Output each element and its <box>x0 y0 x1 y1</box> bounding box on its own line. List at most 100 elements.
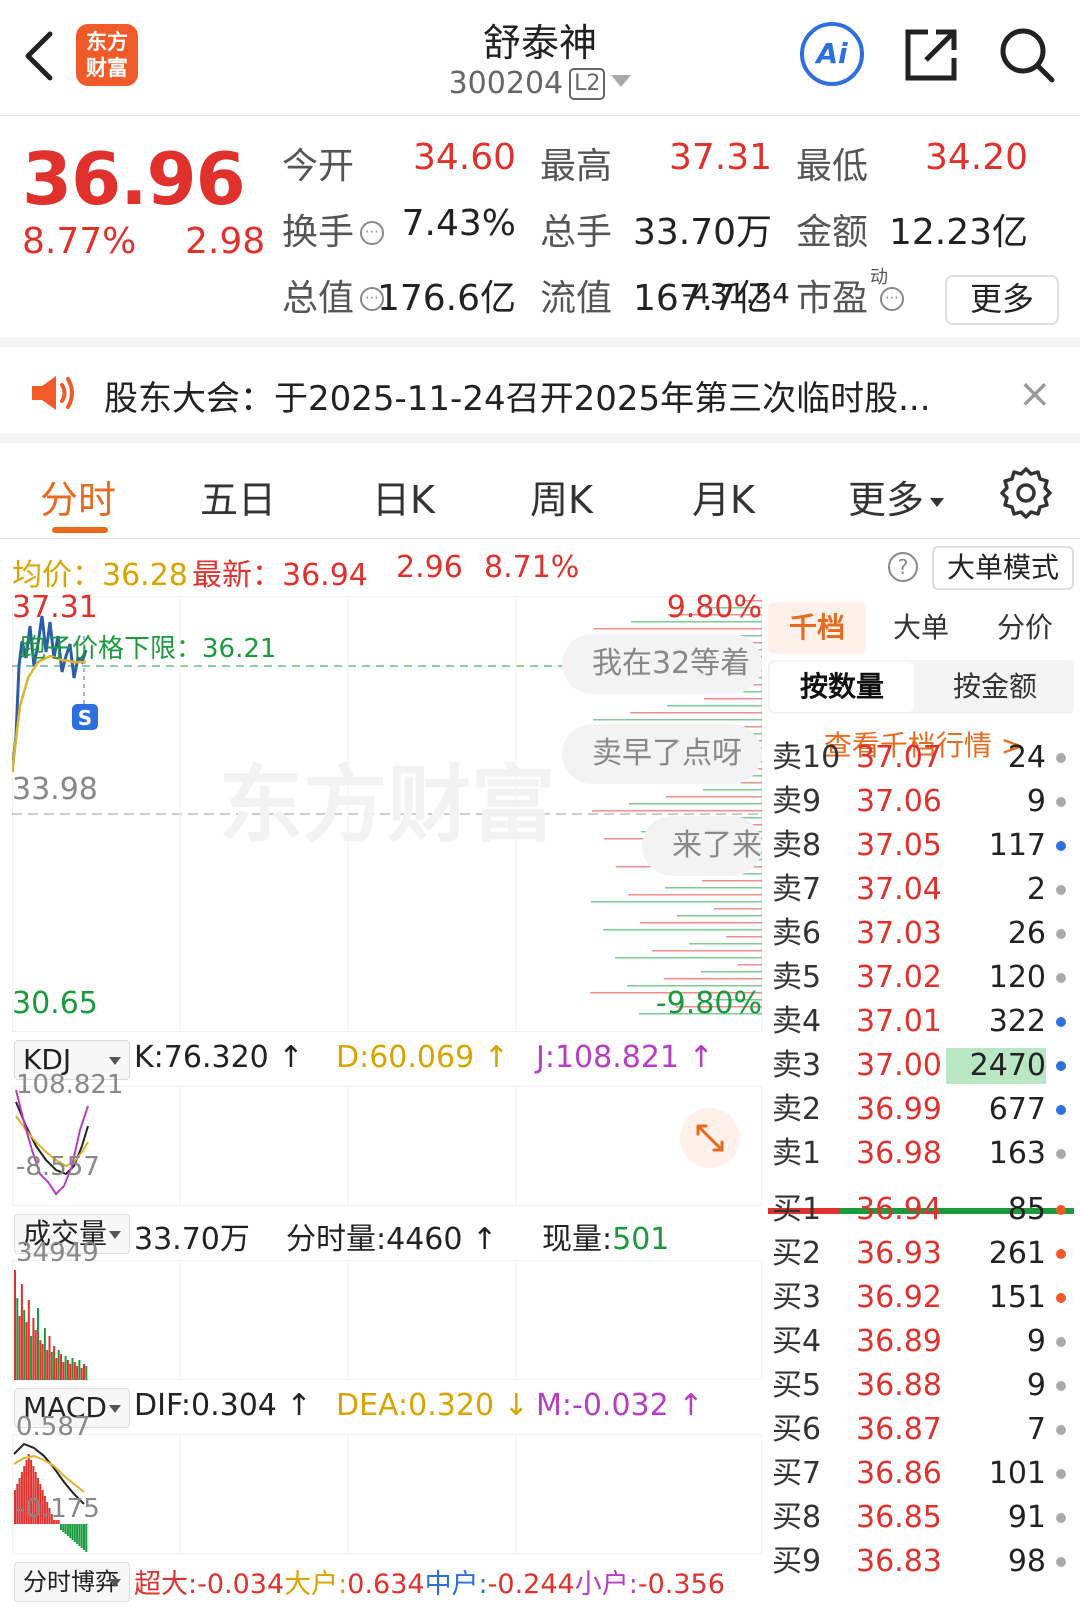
ai-assistant-icon[interactable]: Ai <box>800 22 864 86</box>
kdj-d: D:60.069 ↑ <box>336 1040 509 1075</box>
macd-bar <box>80 1524 83 1548</box>
level-dot-icon <box>1056 753 1066 763</box>
level-label: 买5 <box>772 1368 822 1403</box>
quote-label: 换手 <box>282 212 355 253</box>
order-level-row[interactable]: 卖6 37.03 26 <box>768 912 1074 956</box>
level-price: 36.87 <box>856 1412 942 1447</box>
order-level-row[interactable]: 卖7 37.04 2 <box>768 868 1074 912</box>
latest-change: 2.96 <box>396 550 463 585</box>
macd-chart[interactable] <box>12 1434 762 1554</box>
level-label: 买3 <box>772 1280 822 1315</box>
tab-intraday[interactable]: 分时 <box>40 469 116 524</box>
order-flow-bar <box>665 887 762 889</box>
order-level-row[interactable]: 卖4 37.01 322 <box>768 1000 1074 1044</box>
info-icon[interactable]: ⋯ <box>360 221 384 245</box>
change-percent: 8.77% <box>22 221 137 262</box>
level-label: 卖7 <box>772 872 822 907</box>
order-level-row[interactable]: 卖5 37.02 120 <box>768 956 1074 1000</box>
comment-bubble[interactable]: 来了来 <box>642 816 762 876</box>
order-flow-bar <box>592 810 762 812</box>
quote-label: 总手 <box>540 212 613 253</box>
order-level-row[interactable]: 买6 36.87 7 <box>768 1408 1074 1452</box>
order-flow-bar <box>726 936 762 938</box>
level-label: 卖8 <box>772 828 822 863</box>
order-level-row[interactable]: 买8 36.85 91 <box>768 1496 1074 1540</box>
level-label: 买6 <box>772 1412 822 1447</box>
kdj-j: J:108.821 ↑ <box>536 1040 714 1075</box>
order-level-row[interactable]: 卖2 36.99 677 <box>768 1088 1074 1132</box>
comment-bubble[interactable]: 我在32等着 <box>562 634 762 694</box>
order-flow-bar <box>667 705 762 707</box>
order-level-row[interactable]: 卖9 37.06 9 <box>768 780 1074 824</box>
tab-thousand-levels[interactable]: 千档 <box>768 602 866 654</box>
kdj-axis-top: 108.821 <box>16 1070 124 1100</box>
level-label: 卖1 <box>772 1136 822 1171</box>
comment-bubble[interactable]: 卖早了点呀 <box>562 724 762 784</box>
flow-value: 0.634 <box>347 1569 425 1600</box>
order-level-row[interactable]: 卖8 37.05 117 <box>768 824 1074 868</box>
macd-m: M:-0.032 ↑ <box>536 1388 704 1423</box>
tab-more[interactable]: 更多 <box>848 469 945 524</box>
tab-daily-k[interactable]: 日K <box>372 469 435 524</box>
order-level-row[interactable]: 卖1 36.98 163 <box>768 1132 1074 1176</box>
latest-price: 最新：36.94 <box>192 558 368 593</box>
macd-axis-bottom: -0.175 <box>16 1494 100 1524</box>
flow-indicator-selector[interactable]: 分时博弈 <box>14 1562 130 1602</box>
order-level-row[interactable]: 卖10 37.07 24 <box>768 736 1074 780</box>
kdj-k: K:76.320 ↑ <box>134 1040 304 1075</box>
volume-bar <box>73 1362 76 1380</box>
macd-axis-top: 0.587 <box>16 1412 91 1442</box>
info-icon[interactable]: ⋯ <box>880 287 904 311</box>
search-icon[interactable] <box>998 26 1056 84</box>
level-price: 37.05 <box>856 828 942 863</box>
tab-by-amount[interactable]: 按金额 <box>918 662 1072 712</box>
level-price: 37.02 <box>856 960 942 995</box>
order-level-row[interactable]: 买9 36.83 98 <box>768 1540 1074 1584</box>
level-price: 36.88 <box>856 1368 942 1403</box>
level-dot-icon <box>1056 1381 1066 1391</box>
help-icon[interactable]: ? <box>888 552 918 582</box>
quote-label: 金额 <box>796 212 869 253</box>
level-dot-icon <box>1056 929 1066 939</box>
macd-dea: DEA:0.320 ↓ <box>336 1388 529 1423</box>
gear-icon[interactable] <box>1000 467 1052 519</box>
y-axis-mid: 33.98 <box>12 772 98 807</box>
level-volume: 9 <box>1026 1368 1046 1403</box>
order-flow-bar <box>677 915 762 917</box>
tab-price-distribution[interactable]: 分价 <box>976 602 1074 654</box>
tab-by-quantity[interactable]: 按数量 <box>770 662 914 712</box>
order-level-row[interactable]: 买5 36.88 9 <box>768 1364 1074 1408</box>
more-quote-button[interactable]: 更多 <box>945 275 1059 325</box>
level-dot-icon <box>1056 885 1066 895</box>
level-price: 36.85 <box>856 1500 942 1535</box>
level-dot-icon <box>1056 1293 1066 1303</box>
tab-five-day[interactable]: 五日 <box>200 469 276 524</box>
order-level-row[interactable]: 买7 36.86 101 <box>768 1452 1074 1496</box>
volume-bar <box>83 1364 85 1380</box>
flow-item: 中户:-0.244 <box>425 1569 575 1600</box>
order-level-row[interactable]: 卖3 37.00 2470 <box>768 1044 1074 1088</box>
order-flow-bar <box>704 698 762 700</box>
close-icon[interactable]: × <box>1018 371 1052 417</box>
volume-chart[interactable] <box>12 1260 762 1380</box>
level-volume: 261 <box>988 1236 1046 1271</box>
order-level-row[interactable]: 买1 36.94 85 <box>768 1188 1074 1232</box>
kdj-chart[interactable] <box>12 1086 762 1206</box>
share-icon[interactable] <box>902 26 960 84</box>
volume-bar <box>76 1366 79 1380</box>
level-dot-icon <box>1056 1469 1066 1479</box>
tab-big-orders[interactable]: 大单 <box>872 602 970 654</box>
level-price: 36.93 <box>856 1236 942 1271</box>
quote-label: 最高 <box>540 146 613 187</box>
volume-bar <box>80 1368 83 1380</box>
big-order-mode-button[interactable]: 大单模式 <box>932 546 1074 590</box>
order-flow-bar <box>652 950 762 952</box>
tab-monthly-k[interactable]: 月K <box>692 469 755 524</box>
tab-weekly-k[interactable]: 周K <box>530 469 593 524</box>
order-level-row[interactable]: 买4 36.89 9 <box>768 1320 1074 1364</box>
level-price: 37.01 <box>856 1004 942 1039</box>
notice-bar[interactable]: 股东大会：于2025-11-24召开2025年第三次临时股... × <box>0 347 1080 443</box>
order-level-row[interactable]: 买3 36.92 151 <box>768 1276 1074 1320</box>
macd-bar <box>78 1524 81 1546</box>
order-level-row[interactable]: 买2 36.93 261 <box>768 1232 1074 1276</box>
